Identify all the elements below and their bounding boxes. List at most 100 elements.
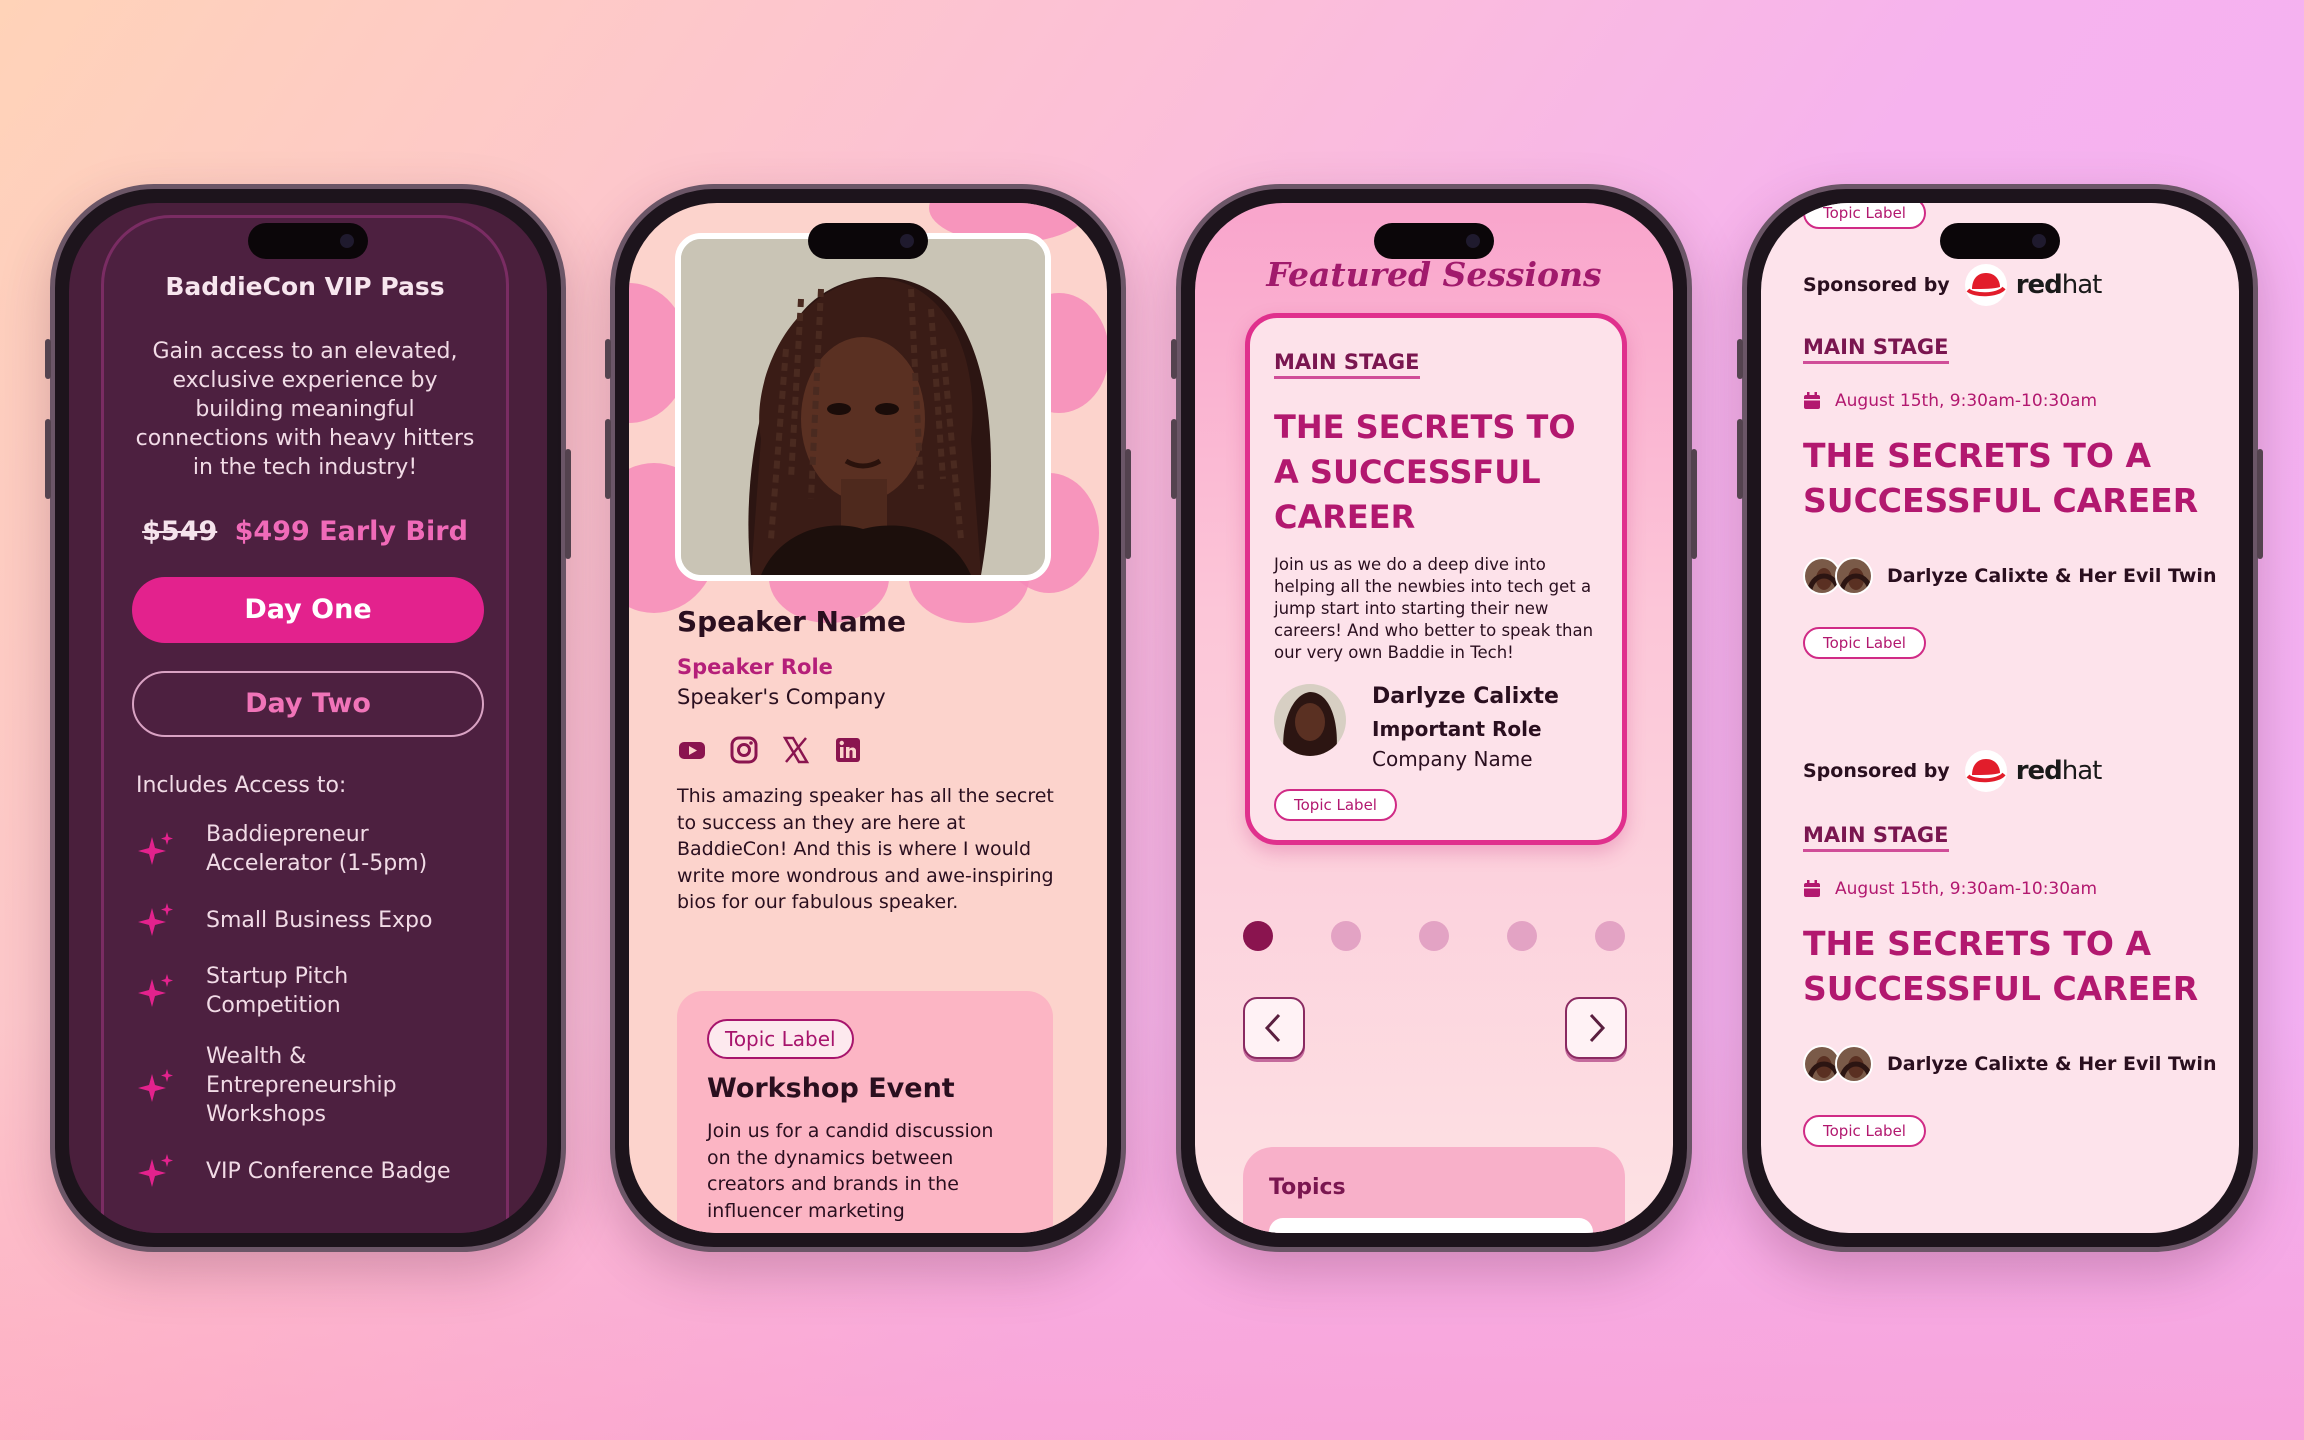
session-title: THE SECRETS TO A SUCCESSFUL CAREER	[1274, 408, 1576, 536]
session-date: August 15th, 9:30am-10:30am	[1803, 391, 2097, 411]
linkedin-icon[interactable]	[833, 735, 863, 765]
speaker-portrait	[681, 239, 1045, 575]
x-icon[interactable]	[781, 735, 811, 765]
feature-label: Startup Pitch Competition	[206, 964, 349, 1018]
session-title: THE SECRETS TO A SUCCESSFUL CAREER	[1803, 924, 2199, 1008]
topic-pill[interactable]: Topic Label	[707, 1019, 854, 1059]
sponsor-row: Sponsored by redhat	[1803, 263, 2103, 307]
sparkle-icon	[138, 832, 173, 865]
topics-label: Topics	[1269, 1175, 1346, 1200]
phone-featured-sessions: Featured Sessions MAIN STAGE THE SECRETS…	[1171, 184, 1697, 1252]
carousel-dot-3[interactable]	[1419, 921, 1449, 951]
carousel-prev-button[interactable]	[1243, 997, 1305, 1059]
stage-label: MAIN STAGE	[1803, 335, 1949, 364]
feature-item: Startup Pitch Competition	[136, 962, 478, 1020]
speaker-names: Darlyze Calixte & Her Evil Twin	[1887, 565, 2217, 587]
sparkle-icon	[138, 1154, 173, 1187]
feature-label: Small Business Expo	[206, 907, 433, 933]
carousel-dot-5[interactable]	[1595, 921, 1625, 951]
stage-label: MAIN STAGE	[1274, 350, 1420, 379]
session-date-text: August 15th, 9:30am-10:30am	[1835, 391, 2098, 411]
avatar	[1835, 1045, 1873, 1083]
topics-input[interactable]	[1269, 1218, 1593, 1233]
feature-label: Baddiepreneur Accelerator (1-5pm)	[206, 822, 428, 876]
feature-item: Wealth & Entrepreneurship Workshops	[136, 1042, 478, 1129]
session-speaker-role: Important Role	[1372, 717, 1542, 741]
youtube-icon[interactable]	[677, 735, 707, 765]
topic-pill[interactable]: Topic Label	[1803, 1115, 1926, 1147]
phone-vip-pass: BaddieCon VIP Pass Gain access to an ele…	[45, 184, 571, 1252]
featured-screen: Featured Sessions MAIN STAGE THE SECRETS…	[1195, 203, 1673, 1233]
topic-pill[interactable]: Topic Label	[1803, 627, 1926, 659]
topic-pill[interactable]: Topic Label	[1274, 789, 1397, 821]
feature-item: Baddiepreneur Accelerator (1-5pm)	[136, 820, 478, 878]
redhat-logo-icon	[1964, 264, 2007, 306]
speaker-name: Speaker Name	[677, 605, 907, 638]
vip-pass-card: BaddieCon VIP Pass Gain access to an ele…	[101, 215, 509, 1233]
speaker-screen: Speaker Name Speaker Role Speaker's Comp…	[629, 203, 1107, 1233]
instagram-icon[interactable]	[729, 735, 759, 765]
dynamic-island	[1374, 223, 1494, 259]
session-speaker: Darlyze Calixte Important Role Company N…	[1274, 684, 1598, 771]
session-date: August 15th, 9:30am-10:30am	[1803, 879, 2097, 899]
speaker-photo	[675, 233, 1051, 581]
feature-label: Wealth & Entrepreneurship Workshops	[206, 1044, 397, 1127]
includes-label: Includes Access to:	[136, 773, 347, 798]
event-description: Join us for a candid discussion on the d…	[707, 1120, 994, 1222]
sponsored-by-label: Sponsored by	[1803, 760, 1950, 782]
redhat-wordmark: redhat	[2015, 270, 2103, 300]
old-price: $549	[142, 516, 218, 547]
session-speaker-company: Company Name	[1372, 747, 1533, 771]
dynamic-island	[808, 223, 928, 259]
sparkle-icon	[138, 903, 173, 936]
sponsor-row: Sponsored by redhat	[1803, 749, 2103, 793]
feature-item: VIP Conference Badge	[136, 1151, 478, 1191]
redhat-light: hat	[2061, 756, 2103, 786]
speaker-names: Darlyze Calixte & Her Evil Twin	[1887, 1053, 2217, 1075]
topic-pill[interactable]: Topic Label	[1803, 203, 1926, 229]
feature-label: VIP Conference Badge	[206, 1158, 451, 1184]
vip-description: Gain access to an elevated, exclusive ex…	[135, 339, 475, 480]
vip-screen: BaddieCon VIP Pass Gain access to an ele…	[69, 203, 547, 1233]
session-speakers: Darlyze Calixte & Her Evil Twin	[1803, 557, 2216, 595]
session-date-text: August 15th, 9:30am-10:30am	[1835, 879, 2098, 899]
avatar	[1274, 684, 1346, 756]
chevron-right-icon	[1589, 1013, 1606, 1043]
sparkle-icon	[138, 1068, 173, 1102]
session-description: Join us as we do a deep dive into helpin…	[1274, 555, 1594, 662]
vip-title: BaddieCon VIP Pass	[165, 272, 445, 301]
speaker-role: Speaker Role	[677, 655, 833, 679]
event-title: Workshop Event	[707, 1073, 955, 1104]
chevron-left-icon	[1264, 1013, 1281, 1043]
carousel-dot-2[interactable]	[1331, 921, 1361, 951]
carousel-next-button[interactable]	[1565, 997, 1627, 1059]
speaker-bio: This amazing speaker has all the secret …	[677, 785, 1054, 913]
dynamic-island	[248, 223, 368, 259]
carousel-dot-4[interactable]	[1507, 921, 1537, 951]
sponsored-by-label: Sponsored by	[1803, 274, 1950, 296]
phone-schedule: Topic Label Sponsored by redhat MAIN STA…	[1737, 184, 2263, 1252]
day-one-button[interactable]: Day One	[132, 577, 484, 643]
dynamic-island	[1940, 223, 2060, 259]
speaker-company: Speaker's Company	[677, 685, 886, 709]
redhat-logo-icon	[1964, 750, 2007, 792]
featured-sessions-heading: Featured Sessions	[1266, 255, 1602, 294]
day-two-button[interactable]: Day Two	[132, 671, 484, 737]
avatar	[1835, 557, 1873, 595]
schedule-screen: Topic Label Sponsored by redhat MAIN STA…	[1761, 203, 2239, 1233]
redhat-wordmark: redhat	[2016, 756, 2103, 786]
vip-price: $549 $499 Early Bird	[132, 516, 478, 547]
social-links	[677, 735, 863, 765]
workshop-event-card[interactable]: Topic Label Workshop Event Join us for a…	[677, 991, 1053, 1233]
feature-item: Small Business Expo	[136, 900, 478, 940]
calendar-icon	[1804, 880, 1820, 897]
phone-speaker-profile: Speaker Name Speaker Role Speaker's Comp…	[605, 184, 1131, 1252]
carousel-dot-1[interactable]	[1243, 921, 1273, 951]
redhat-bold: red	[2015, 270, 2063, 300]
session-title: THE SECRETS TO A SUCCESSFUL CAREER	[1803, 436, 2199, 520]
featured-session-card[interactable]: MAIN STAGE THE SECRETS TO A SUCCESSFUL C…	[1245, 313, 1627, 845]
stage-label: MAIN STAGE	[1803, 823, 1949, 852]
early-bird-price: $499 Early Bird	[234, 516, 468, 547]
redhat-light: hat	[2061, 270, 2103, 300]
topics-panel: Topics	[1243, 1147, 1625, 1233]
